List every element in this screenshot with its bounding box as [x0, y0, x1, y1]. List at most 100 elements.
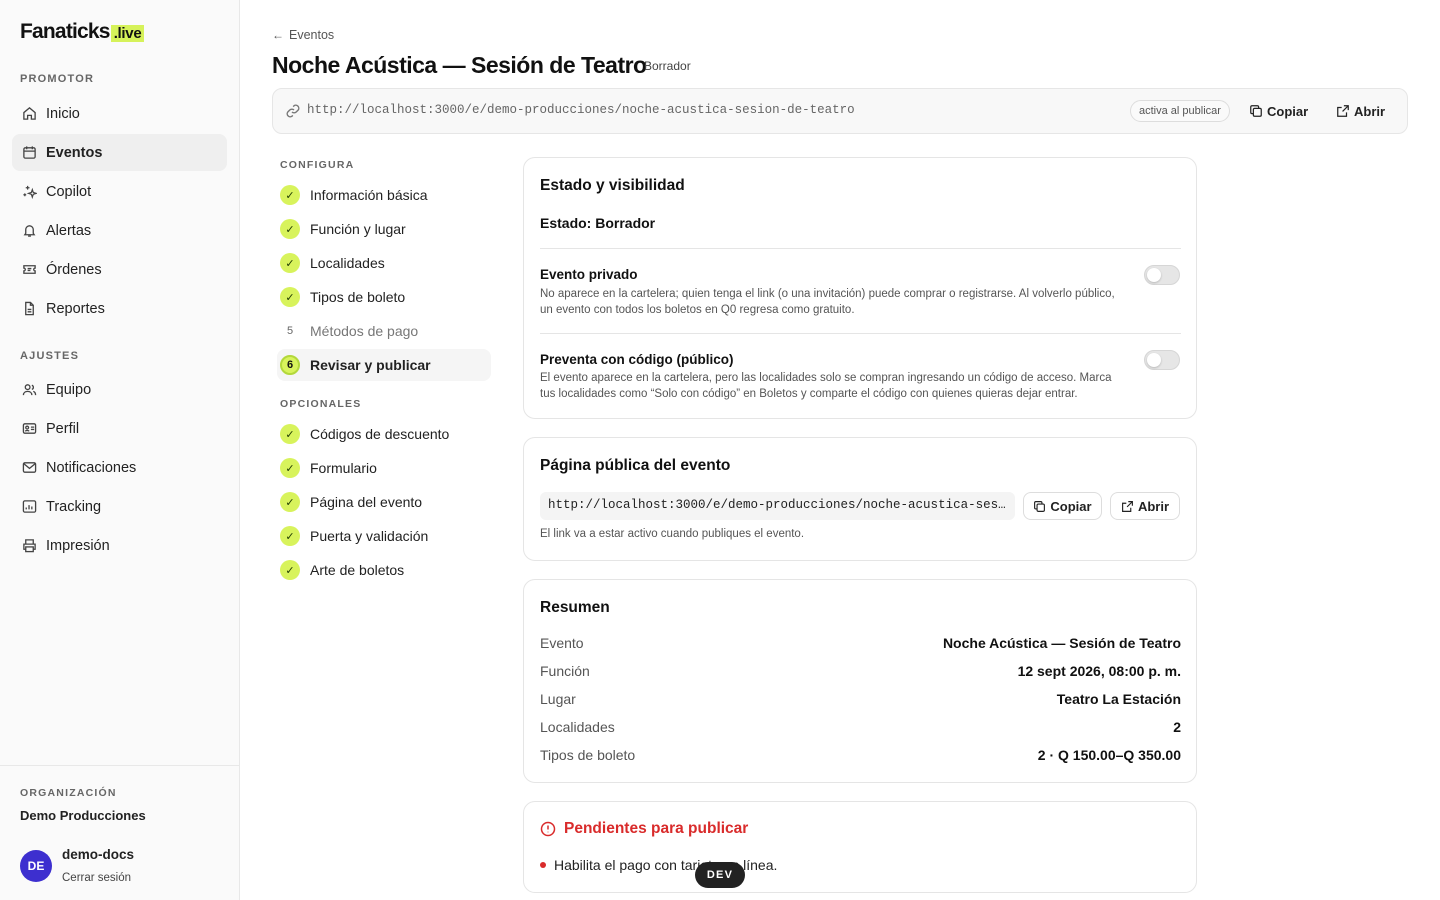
pending-card: Pendientes para publicar Habilita el pag… [523, 801, 1197, 893]
external-link-icon [1337, 105, 1349, 117]
chart-icon [20, 498, 38, 516]
summary-value: 2 [1173, 719, 1181, 735]
presale-title: Preventa con código (público) [540, 352, 734, 367]
summary-card: Resumen Evento Noche Acústica — Sesión d… [523, 579, 1197, 783]
summary-row: Localidades 2 [540, 719, 1181, 739]
check-icon: ✓ [280, 424, 300, 444]
ticket-icon [20, 261, 38, 279]
sidebar-item-notificaciones[interactable]: Notificaciones [12, 449, 227, 486]
check-icon: ✓ [280, 185, 300, 205]
calendar-icon [20, 144, 38, 162]
brand-logo[interactable]: Fanaticks .live [20, 20, 145, 46]
step-funcion-y-lugar[interactable]: ✓ Función y lugar [277, 213, 491, 245]
arrow-left-icon: ← [272, 28, 284, 42]
card-title: Resumen [540, 599, 610, 616]
copy-icon [1034, 500, 1046, 512]
sidebar-item-ordenes[interactable]: Órdenes [12, 251, 227, 288]
summary-key: Lugar [540, 691, 576, 707]
header-copy-label: Copiar [1267, 103, 1309, 119]
summary-value: 2 · Q 150.00–Q 350.00 [1037, 747, 1181, 763]
printer-icon [20, 537, 38, 555]
step-revisar-y-publicar[interactable]: 6 Revisar y publicar [277, 349, 491, 381]
header-open-button[interactable]: Abrir [1336, 100, 1385, 122]
sidebar-item-tracking[interactable]: Tracking [12, 488, 227, 525]
private-toggle[interactable] [1144, 265, 1180, 285]
presale-toggle[interactable] [1144, 350, 1180, 370]
step-informacion-basica[interactable]: ✓ Información básica [277, 179, 491, 211]
section-promotor: PROMOTOR [20, 73, 95, 85]
step-codigos-de-descuento[interactable]: ✓ Códigos de descuento [277, 418, 491, 450]
copy-icon [1250, 105, 1262, 117]
summary-value: Teatro La Estación [1056, 691, 1181, 707]
summary-key: Localidades [540, 719, 615, 735]
check-icon: ✓ [280, 560, 300, 580]
sidebar-item-label: Órdenes [46, 261, 102, 278]
card-title: Estado y visibilidad [540, 177, 685, 194]
organization-panel: ORGANIZACIÓN Demo Producciones DE demo-d… [0, 765, 239, 900]
summary-row: Tipos de boleto 2 · Q 150.00–Q 350.00 [540, 747, 1181, 767]
sidebar-item-equipo[interactable]: Equipo [12, 371, 227, 408]
summary-row: Evento Noche Acústica — Sesión de Teatro [540, 635, 1181, 655]
bell-icon [20, 222, 38, 240]
mail-icon [20, 459, 38, 477]
check-icon: ✓ [280, 219, 300, 239]
step-label: Función y lugar [310, 221, 406, 237]
sidebar-item-label: Tracking [46, 498, 102, 515]
divider [540, 248, 1181, 249]
public-copy-label: Copiar [1050, 498, 1092, 514]
back-link[interactable]: ← Eventos [272, 28, 334, 42]
public-open-label: Abrir [1137, 498, 1170, 514]
step-number: 5 [286, 325, 294, 337]
public-open-button[interactable]: Abrir [1110, 492, 1180, 520]
card-title: Página pública del evento [540, 457, 731, 474]
sidebar-item-label: Eventos [46, 144, 103, 161]
step-puerta-y-validacion[interactable]: ✓ Puerta y validación [277, 520, 491, 552]
summary-row: Lugar Teatro La Estación [540, 691, 1181, 711]
brand-name: Fanaticks [20, 20, 110, 43]
status-line: Estado: Borrador [540, 215, 656, 231]
step-label: Tipos de boleto [310, 289, 406, 305]
org-label: ORGANIZACIÓN [20, 787, 117, 799]
status-badge: Borrador [644, 59, 691, 73]
sidebar-item-copilot[interactable]: Copilot [12, 173, 227, 210]
page-title: Noche Acústica — Sesión de Teatro [272, 52, 647, 78]
public-url-field[interactable]: http://localhost:3000/e/demo-produccione… [540, 492, 1015, 520]
step-localidades[interactable]: ✓ Localidades [277, 247, 491, 279]
steps-section-config: CONFIGURA [280, 159, 355, 171]
sidebar-item-inicio[interactable]: Inicio [12, 95, 227, 132]
dev-badge[interactable]: DEV [695, 862, 745, 888]
divider [540, 333, 1181, 334]
avatar[interactable]: DE [20, 850, 52, 882]
sidebar-item-label: Impresión [46, 537, 110, 554]
pending-title: Pendientes para publicar [540, 820, 748, 838]
sparkle-icon [20, 183, 38, 201]
step-label: Puerta y validación [310, 528, 429, 544]
step-formulario[interactable]: ✓ Formulario [277, 452, 491, 484]
external-link-icon [1122, 500, 1133, 512]
sidebar-item-impresion[interactable]: Impresión [12, 527, 227, 564]
sidebar-item-eventos[interactable]: Eventos [12, 134, 227, 171]
summary-value: Noche Acústica — Sesión de Teatro [942, 635, 1181, 651]
url-status-pill: activa al publicar [1130, 100, 1230, 122]
event-url-bar: http://localhost:3000/e/demo-produccione… [272, 88, 1408, 134]
summary-value: 12 sept 2026, 08:00 p. m. [1017, 663, 1181, 679]
sidebar-item-alertas[interactable]: Alertas [12, 212, 227, 249]
public-copy-button[interactable]: Copiar [1023, 492, 1102, 520]
sidebar-item-reportes[interactable]: Reportes [12, 290, 227, 327]
link-icon [285, 103, 301, 119]
back-link-label: Eventos [289, 28, 335, 42]
summary-row: Función 12 sept 2026, 08:00 p. m. [540, 663, 1181, 683]
step-arte-de-boletos[interactable]: ✓ Arte de boletos [277, 554, 491, 586]
sidebar-item-label: Inicio [46, 105, 80, 122]
logout-link[interactable]: Cerrar sesión [62, 872, 131, 884]
sidebar-item-perfil[interactable]: Perfil [12, 410, 227, 447]
header-copy-button[interactable]: Copiar [1249, 100, 1308, 122]
sidebar-item-label: Alertas [46, 222, 92, 239]
step-pagina-del-evento[interactable]: ✓ Página del evento [277, 486, 491, 518]
step-metodos-de-pago[interactable]: 5 Métodos de pago [277, 315, 491, 347]
step-label: Página del evento [310, 494, 423, 510]
bullet-dot [540, 862, 546, 868]
step-tipos-de-boleto[interactable]: ✓ Tipos de boleto [277, 281, 491, 313]
org-name[interactable]: Demo Producciones [20, 808, 146, 823]
section-ajustes: AJUSTES [20, 350, 80, 362]
